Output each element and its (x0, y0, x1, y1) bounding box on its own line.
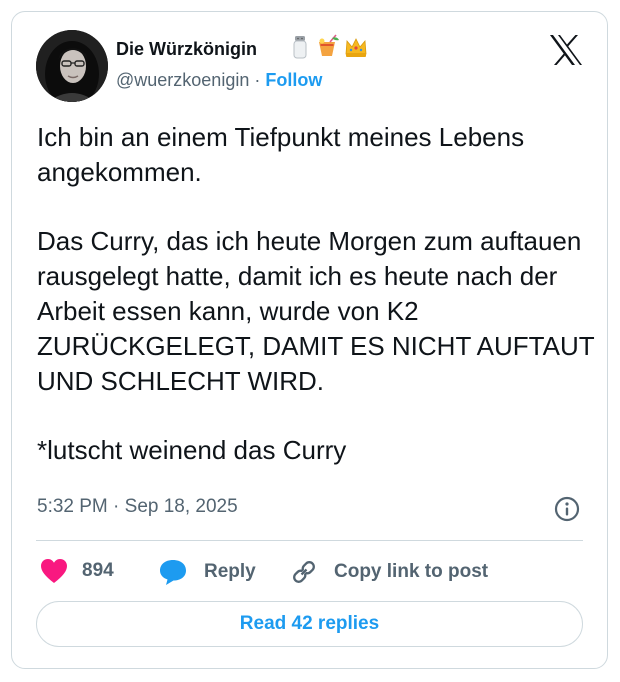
reply-bubble-icon (160, 560, 186, 585)
tweet-timestamp[interactable]: 5:32 PM · Sep 18, 2025 (37, 496, 238, 518)
author-handle-row: @wuerzkoenigin · Follow (116, 70, 322, 91)
tweet-paragraph: Das Curry, das ich heute Morgen zum auft… (37, 226, 595, 396)
tweet-card: Die Würzkönigin @wuerzkoenigin · Follow (11, 11, 608, 669)
copy-link-label: Copy link to post (334, 561, 489, 582)
avatar[interactable] (36, 30, 108, 102)
tweet-paragraph: *lutscht weinend das Curry (37, 435, 347, 465)
handle-separator: · (254, 70, 261, 90)
reply-button[interactable]: Reply (158, 558, 256, 586)
heart-icon (41, 559, 67, 583)
read-replies-button[interactable]: Read 42 replies (36, 601, 583, 647)
author-name[interactable]: Die Würzkönigin (116, 39, 257, 60)
reply-label: Reply (204, 561, 256, 582)
author-handle[interactable]: @wuerzkoenigin (116, 70, 249, 90)
x-logo-icon[interactable] (549, 34, 583, 66)
like-button[interactable]: 894 (40, 558, 114, 584)
info-icon[interactable] (553, 495, 581, 523)
like-count: 894 (82, 560, 114, 581)
copy-link-button[interactable]: Copy link to post (290, 558, 488, 586)
crown-icon (345, 38, 367, 57)
tweet-text: Ich bin an einem Tiefpunkt meines Lebens… (37, 120, 597, 468)
author-emojis (288, 34, 368, 60)
divider (36, 540, 583, 541)
tweet-paragraph: Ich bin an einem Tiefpunkt meines Lebens… (37, 122, 525, 187)
salt-shaker-icon (293, 36, 307, 59)
link-icon (293, 561, 315, 583)
follow-button[interactable]: Follow (265, 70, 322, 90)
tropical-drink-icon (319, 34, 339, 56)
